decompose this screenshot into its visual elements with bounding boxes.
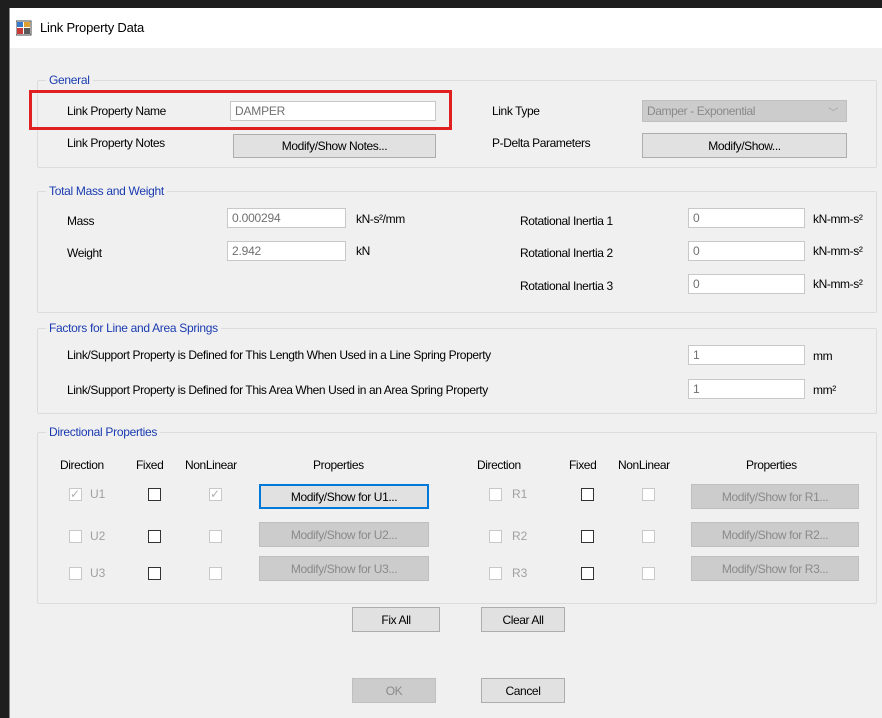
direction-r2-label: R2	[512, 529, 528, 543]
nonlinear-r1-checkbox[interactable]	[642, 488, 655, 501]
fixed-u2-checkbox[interactable]	[148, 530, 161, 543]
line-spring-length-field[interactable]: 1	[688, 345, 805, 365]
cancel-button[interactable]: Cancel	[481, 678, 565, 703]
direction-u3-label: U3	[90, 566, 106, 580]
area-spring-area-field[interactable]: 1	[688, 379, 805, 399]
fixed-u1-checkbox[interactable]	[148, 488, 161, 501]
nonlinear-u3-checkbox[interactable]	[209, 567, 222, 580]
nonlinear-u1-checkbox[interactable]: ✓	[209, 487, 222, 501]
ok-button[interactable]: OK	[352, 678, 436, 703]
nonlinear-r2-checkbox[interactable]	[642, 530, 655, 543]
factors-group	[37, 328, 877, 414]
modify-show-r3-button[interactable]: Modify/Show for R3...	[691, 556, 859, 581]
fixed-r1-checkbox[interactable]	[581, 488, 594, 501]
header-fixed-left: Fixed	[136, 458, 164, 472]
direction-r1-checkbox[interactable]	[489, 488, 502, 501]
rotational-inertia-1-field[interactable]: 0	[688, 208, 805, 228]
modify-show-notes-button[interactable]: Modify/Show Notes...	[233, 134, 436, 158]
fixed-u3-checkbox[interactable]	[148, 567, 161, 580]
nonlinear-r3-checkbox[interactable]	[642, 567, 655, 580]
fixed-r3-checkbox[interactable]	[581, 567, 594, 580]
mass-label: Mass	[67, 214, 95, 228]
direction-u2-checkbox[interactable]	[69, 530, 82, 543]
checkmark-icon: ✓	[210, 487, 221, 501]
modify-show-u3-button[interactable]: Modify/Show for U3...	[259, 556, 429, 581]
title-bar: Link Property Data	[10, 8, 882, 48]
direction-r1-label: R1	[512, 487, 528, 501]
factors-group-label: Factors for Line and Area Springs	[46, 321, 221, 335]
fixed-r2-checkbox[interactable]	[581, 530, 594, 543]
line-spring-length-label: Link/Support Property is Defined for Thi…	[67, 348, 491, 362]
rotational-inertia-2-unit: kN-mm-s²	[813, 244, 863, 258]
window-title: Link Property Data	[40, 20, 145, 35]
p-delta-label: P-Delta Parameters	[492, 136, 591, 150]
rotational-inertia-2-label: Rotational Inertia 2	[520, 246, 613, 260]
direction-u3-checkbox[interactable]	[69, 567, 82, 580]
link-type-value: Damper - Exponential	[647, 104, 756, 118]
header-properties-left: Properties	[313, 458, 364, 472]
clear-all-button[interactable]: Clear All	[481, 607, 565, 632]
header-fixed-right: Fixed	[569, 458, 597, 472]
rotational-inertia-3-unit: kN-mm-s²	[813, 277, 863, 291]
line-spring-length-unit: mm	[813, 349, 833, 363]
direction-r3-label: R3	[512, 566, 528, 580]
header-nonlinear-right: NonLinear	[618, 458, 670, 472]
direction-r2-checkbox[interactable]	[489, 530, 502, 543]
mass-field[interactable]: 0.000294	[227, 208, 346, 228]
direction-u1-checkbox[interactable]: ✓	[69, 487, 82, 501]
weight-unit: kN	[356, 244, 370, 258]
p-delta-modify-button[interactable]: Modify/Show...	[642, 133, 847, 158]
weight-field[interactable]: 2.942	[227, 241, 346, 261]
modify-show-u2-button[interactable]: Modify/Show for U2...	[259, 522, 429, 547]
mass-unit: kN-s²/mm	[356, 212, 405, 226]
modify-show-u1-button[interactable]: Modify/Show for U1...	[259, 484, 429, 509]
nonlinear-u2-checkbox[interactable]	[209, 530, 222, 543]
checkmark-icon: ✓	[70, 487, 81, 501]
app-grid-icon	[16, 20, 32, 36]
header-properties-right: Properties	[746, 458, 797, 472]
general-group-label: General	[46, 73, 93, 87]
rotational-inertia-3-label: Rotational Inertia 3	[520, 279, 613, 293]
rotational-inertia-3-field[interactable]: 0	[688, 274, 805, 294]
rotational-inertia-2-field[interactable]: 0	[688, 241, 805, 261]
annotation-highlight-box	[29, 90, 452, 130]
area-spring-area-unit: mm²	[813, 383, 836, 397]
mass-weight-group-label: Total Mass and Weight	[46, 184, 167, 198]
modify-show-r1-button[interactable]: Modify/Show for R1...	[691, 484, 859, 509]
link-type-label: Link Type	[492, 104, 540, 118]
direction-u1-label: U1	[90, 487, 106, 501]
weight-label: Weight	[67, 246, 102, 260]
fix-all-button[interactable]: Fix All	[352, 607, 440, 632]
direction-r3-checkbox[interactable]	[489, 567, 502, 580]
header-direction-left: Direction	[60, 458, 104, 472]
header-nonlinear-left: NonLinear	[185, 458, 237, 472]
directional-group-label: Directional Properties	[46, 425, 161, 439]
area-spring-area-label: Link/Support Property is Defined for Thi…	[67, 383, 488, 397]
rotational-inertia-1-label: Rotational Inertia 1	[520, 214, 613, 228]
direction-u2-label: U2	[90, 529, 106, 543]
link-property-notes-label: Link Property Notes	[67, 136, 165, 150]
link-type-dropdown[interactable]: Damper - Exponential ﹀	[642, 100, 847, 122]
header-direction-right: Direction	[477, 458, 521, 472]
rotational-inertia-1-unit: kN-mm-s²	[813, 212, 863, 226]
modify-show-r2-button[interactable]: Modify/Show for R2...	[691, 522, 859, 547]
chevron-down-icon: ﹀	[828, 108, 838, 119]
